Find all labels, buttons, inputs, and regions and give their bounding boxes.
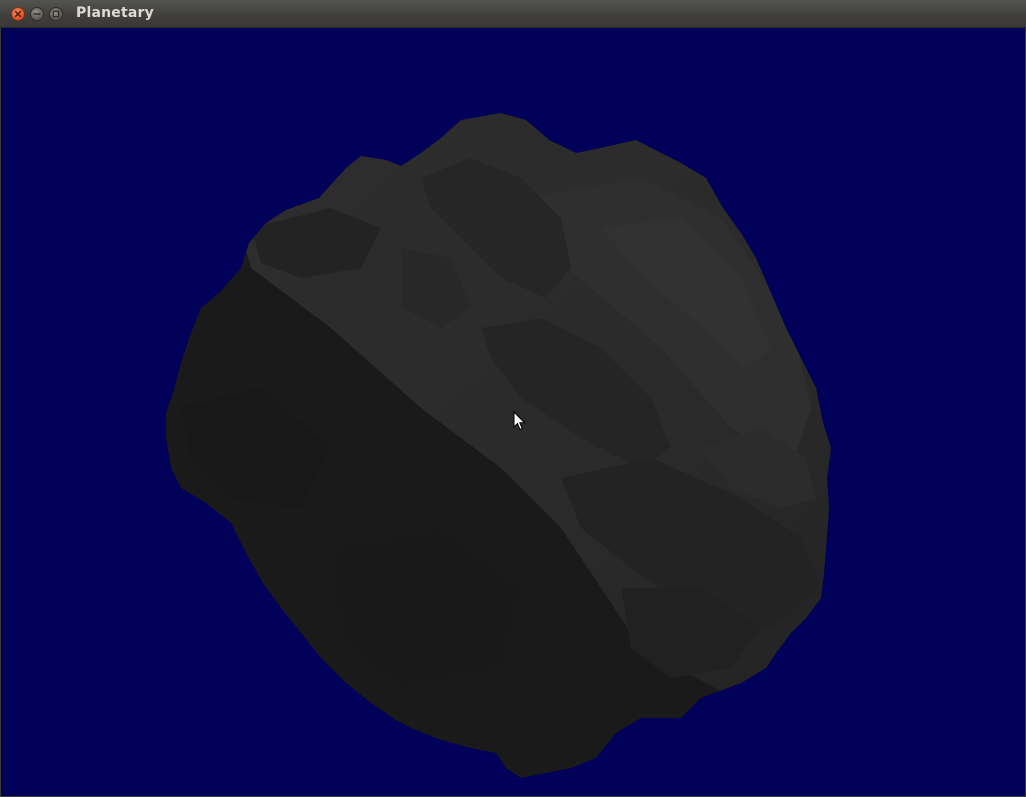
application-window: Planetary [0, 0, 1026, 797]
close-button[interactable] [11, 7, 25, 21]
render-viewport[interactable] [1, 28, 1025, 796]
close-icon [14, 10, 22, 18]
maximize-button[interactable] [49, 7, 63, 21]
mouse-pointer-icon [513, 411, 526, 431]
window-title: Planetary [76, 5, 154, 21]
minimize-icon [33, 13, 41, 15]
maximize-icon [52, 10, 60, 18]
title-bar[interactable]: Planetary [0, 0, 1026, 28]
minimize-button[interactable] [30, 7, 44, 21]
